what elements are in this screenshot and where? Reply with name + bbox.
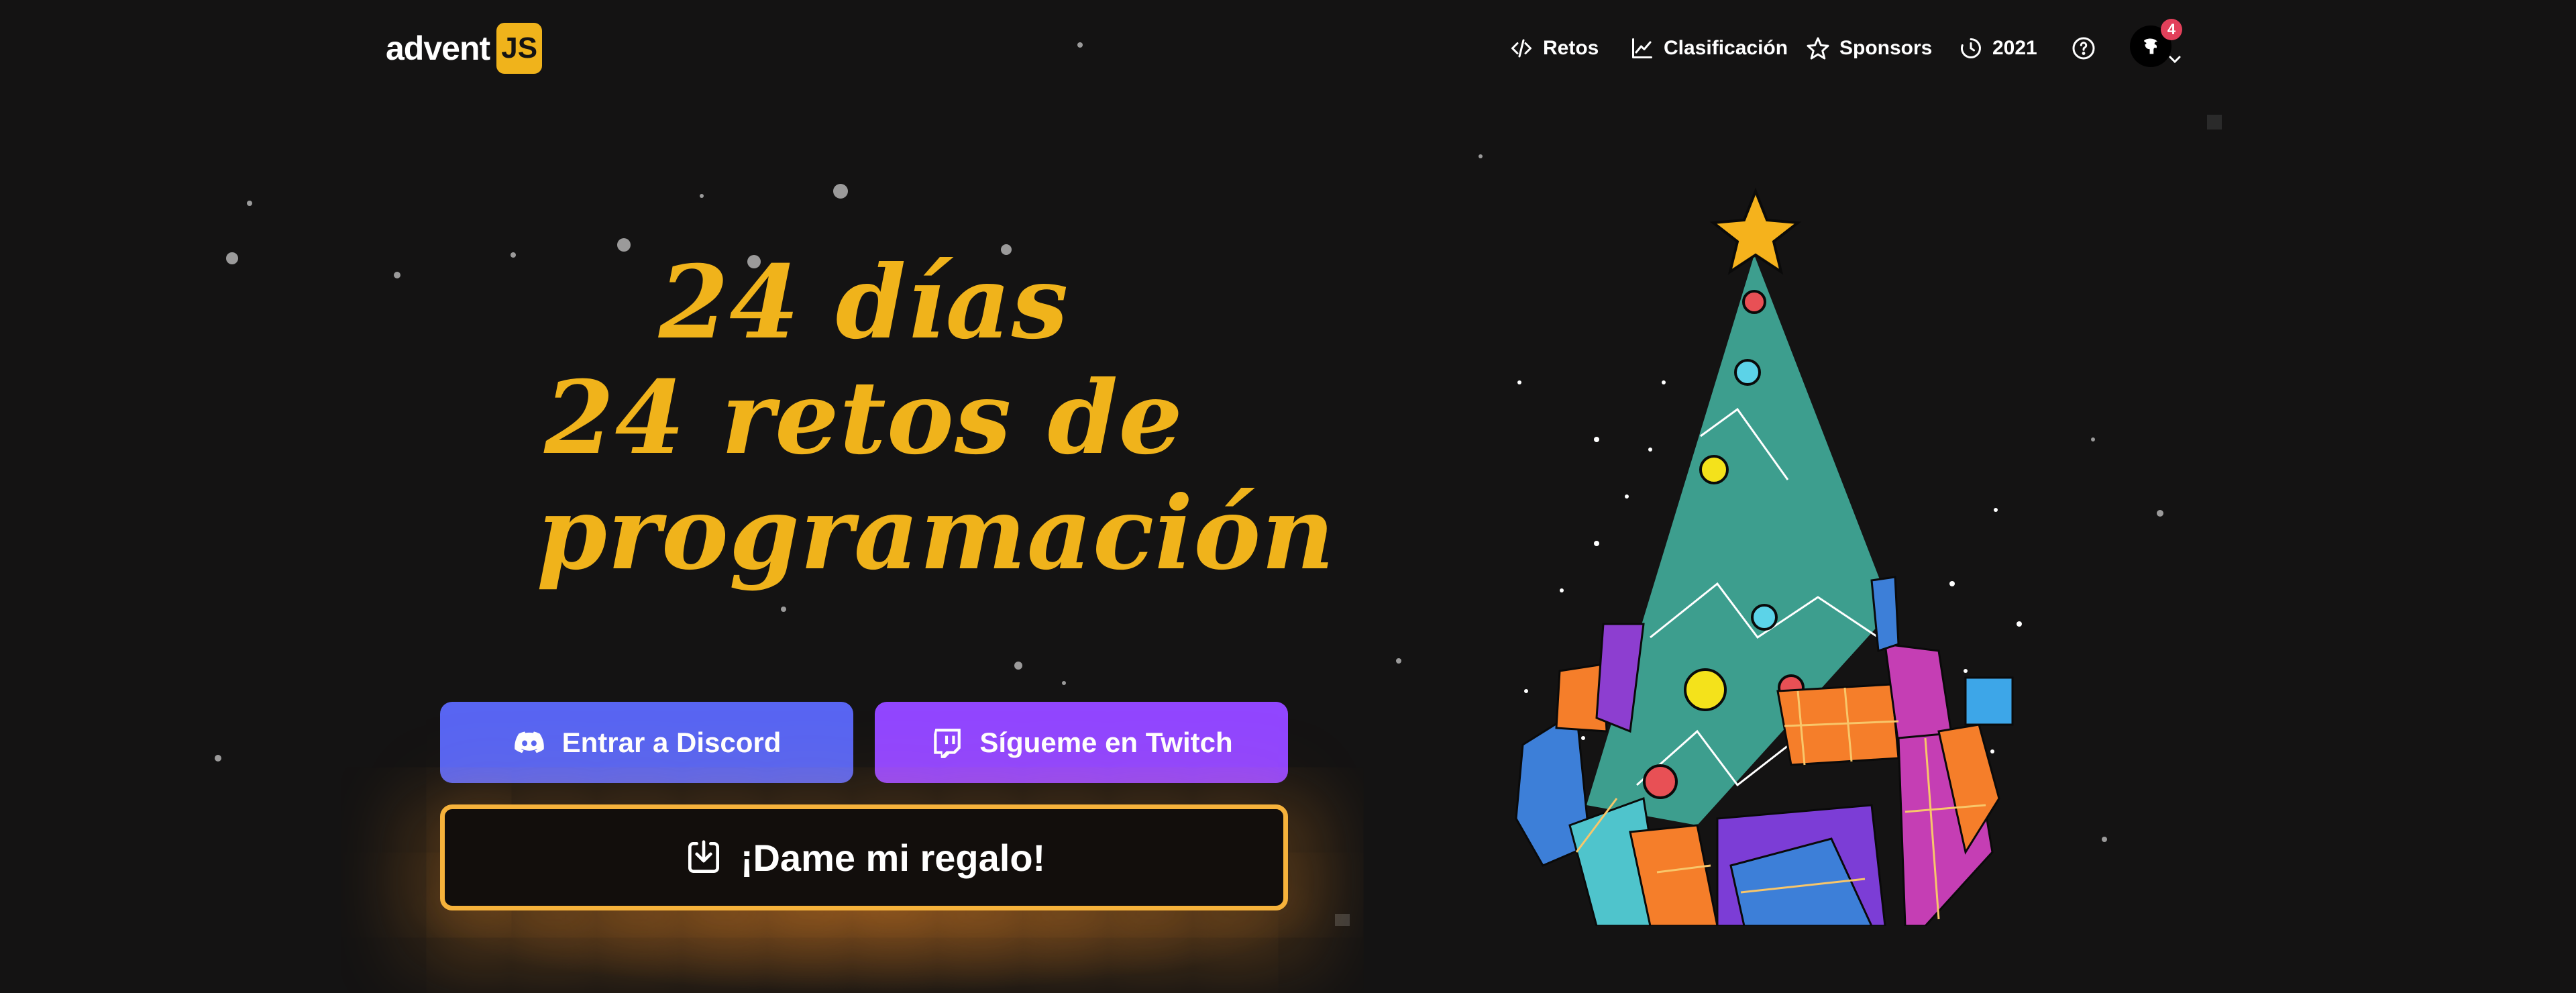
gift-button[interactable]: ¡Dame mi regalo! xyxy=(440,804,1288,910)
nav-item-clasificacion[interactable]: Clasificación xyxy=(1630,28,1788,68)
question-circle-icon xyxy=(2072,37,2095,60)
notification-badge: 4 xyxy=(2161,19,2182,40)
discord-button[interactable]: Entrar a Discord xyxy=(440,702,853,783)
christmas-tree-illustration xyxy=(1515,187,2022,926)
nav-item-retos[interactable]: Retos xyxy=(1509,28,1599,68)
download-icon xyxy=(688,840,719,873)
nav-label-sponsors: Sponsors xyxy=(1839,37,1933,59)
nav-item-2021[interactable]: 2021 xyxy=(1959,28,2037,68)
code-icon xyxy=(1511,39,1532,58)
star-icon xyxy=(1807,37,1829,60)
hero-title: 24 días 24 retos de programación xyxy=(537,244,1336,592)
chart-line-icon xyxy=(1632,38,1652,58)
history-clock-icon xyxy=(1961,38,1981,58)
nav-item-sponsors[interactable]: Sponsors xyxy=(1806,28,1932,68)
twitch-button[interactable]: Sígueme en Twitch xyxy=(875,702,1288,783)
hero-title-line3: programación xyxy=(537,474,1336,592)
nav-label-2021: 2021 xyxy=(1992,37,2037,59)
discord-icon xyxy=(514,731,544,753)
main-nav: Retos Clasificación Sponsors 2021 xyxy=(0,28,2576,68)
nav-label-clasificacion: Clasificación xyxy=(1664,37,1788,59)
site-header: advent JS Retos Clasificación Sponsors 2… xyxy=(0,0,2576,101)
help-button[interactable] xyxy=(2072,28,2096,68)
gift-button-label: ¡Dame mi regalo! xyxy=(740,836,1046,879)
discord-button-label: Entrar a Discord xyxy=(561,726,782,758)
chevron-down-icon[interactable] xyxy=(2167,54,2183,66)
snow-particles xyxy=(215,42,2222,926)
hero-title-line2: 24 retos de xyxy=(544,359,1183,477)
user-avatar-icon xyxy=(2144,38,2157,54)
twitch-icon xyxy=(934,728,961,758)
twitch-button-label: Sígueme en Twitch xyxy=(979,726,1233,758)
nav-label-retos: Retos xyxy=(1543,37,1599,59)
hero-title-line1: 24 días xyxy=(658,244,1069,362)
